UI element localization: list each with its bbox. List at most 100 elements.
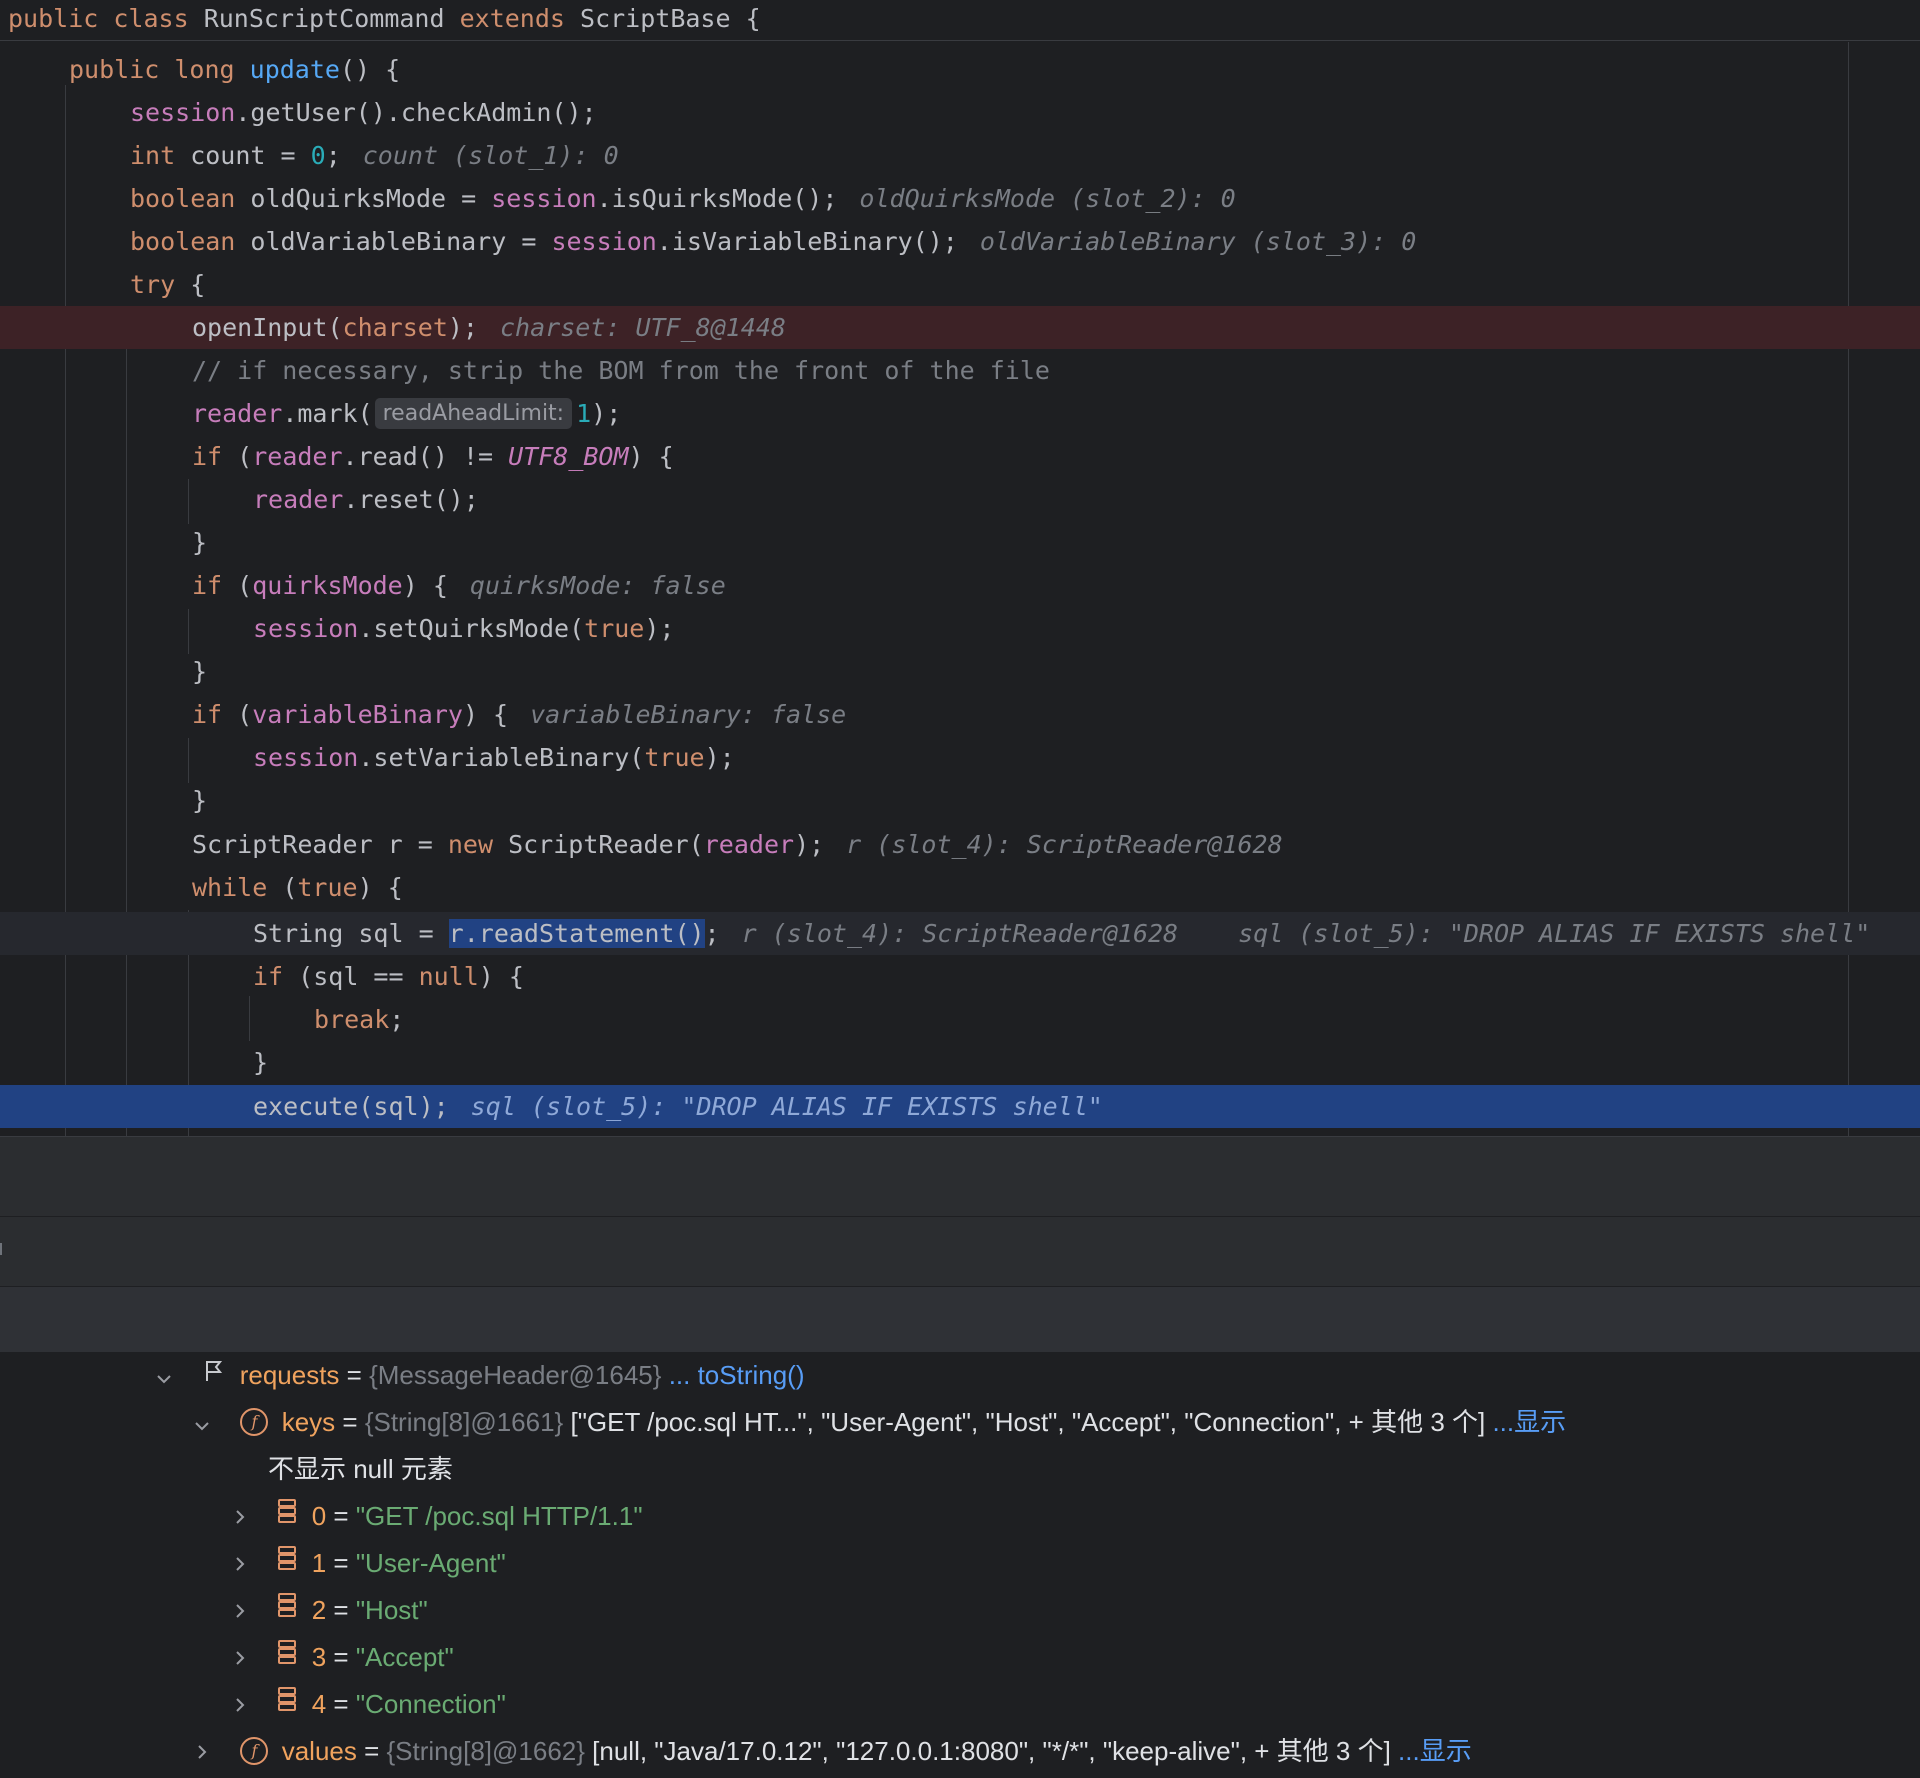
field: quirksMode xyxy=(252,571,403,600)
code-line[interactable]: if (variableBinary) {variableBinary: fal… xyxy=(0,693,1920,736)
to-string-link[interactable]: ... toString() xyxy=(669,1360,805,1390)
inline-debug-value: oldVariableBinary (slot_3): 0 xyxy=(979,227,1417,256)
keyword: boolean xyxy=(130,227,236,256)
inline-debug-value: r (slot_4): ScriptReader@1628 xyxy=(846,830,1283,859)
field: reader xyxy=(252,442,343,471)
code-editor[interactable]: public class RunScriptCommand extends Sc… xyxy=(0,0,1920,1136)
parent-class: ScriptBase xyxy=(580,4,731,33)
code-line[interactable]: reader.reset(); xyxy=(0,478,1920,521)
execution-point-line[interactable]: execute(sql); sql (slot_5): "DROP ALIAS I… xyxy=(0,1085,1920,1128)
number: 1 xyxy=(576,399,592,428)
code-text: ( xyxy=(222,442,253,471)
array-element-icon xyxy=(276,1680,298,1727)
code-line[interactable]: } xyxy=(0,521,1920,564)
chevron-right-icon[interactable] xyxy=(228,1590,252,1637)
variable-type: {MessageHeader@1645} xyxy=(369,1360,662,1390)
array-item[interactable]: 0 = "GET /poc.sql HTTP/1.1" xyxy=(0,1493,1920,1540)
constant: UTF8_BOM xyxy=(508,442,629,471)
code-line[interactable]: } xyxy=(0,650,1920,693)
chevron-right-icon[interactable] xyxy=(228,1496,252,1543)
tree-node-keys[interactable]: f keys = {String[8]@1661} ["GET /poc.sql… xyxy=(0,1399,1920,1446)
code-text: ); xyxy=(794,830,825,859)
code-text: ( xyxy=(222,700,253,729)
code-line[interactable]: try { xyxy=(0,263,1920,306)
breakpoint-line[interactable]: openInput(charset); charset: UTF_8@1448 xyxy=(0,306,1920,349)
panel-header xyxy=(0,1286,1920,1353)
array-item[interactable]: 1 = "User-Agent" xyxy=(0,1540,1920,1587)
keyword: true xyxy=(584,614,645,643)
number: 0 xyxy=(310,141,326,170)
code-text: ScriptReader( xyxy=(493,830,704,859)
chevron-right-icon[interactable] xyxy=(190,1731,214,1778)
note-text: 不显示 null 元素 xyxy=(268,1454,453,1484)
code-line-comment[interactable]: // if necessary, strip the BOM from the … xyxy=(0,349,1920,392)
tree-node-requests[interactable]: requests = {MessageHeader@1645} ... toSt… xyxy=(0,1352,1920,1399)
keyword: break xyxy=(314,1005,390,1034)
chevron-right-icon[interactable] xyxy=(228,1684,252,1731)
code-line[interactable]: } xyxy=(0,1041,1920,1084)
code-line[interactable]: int count = 0; count (slot_1): 0 xyxy=(0,134,1920,177)
array-index: 0 xyxy=(311,1501,327,1531)
code-line[interactable]: session.setQuirksMode(true); xyxy=(0,607,1920,650)
inline-debug-value: r (slot_4): ScriptReader@1628 xyxy=(741,919,1179,948)
code-text: .read() != xyxy=(342,442,509,471)
code-line-method[interactable]: public long update() { xyxy=(0,48,1920,91)
keyword: true xyxy=(297,873,358,902)
string-value: "Host" xyxy=(355,1595,428,1625)
chevron-right-icon[interactable] xyxy=(228,1637,252,1684)
field: session xyxy=(130,98,236,127)
code-text: oldQuirksMode = xyxy=(235,184,492,213)
code-text: ; xyxy=(325,141,341,170)
code-line[interactable]: if (sql == null) { xyxy=(0,955,1920,998)
flag-icon xyxy=(204,1351,224,1398)
code-line[interactable]: session.getUser().checkAdmin(); xyxy=(0,91,1920,134)
chevron-right-icon[interactable] xyxy=(228,1543,252,1590)
string-value: "User-Agent" xyxy=(355,1548,506,1578)
array-item[interactable]: 2 = "Host" xyxy=(0,1587,1920,1634)
code-line[interactable]: break; xyxy=(0,998,1920,1041)
caret-line[interactable]: String sql = r.readStatement(); r (slot_4… xyxy=(0,912,1920,955)
keyword: long xyxy=(174,55,235,84)
string-value: "GET /poc.sql HTTP/1.1" xyxy=(355,1501,643,1531)
resize-handle[interactable] xyxy=(0,1243,2,1255)
array-item[interactable]: 4 = "Connection" xyxy=(0,1681,1920,1728)
show-more-link[interactable]: ...显示 xyxy=(1391,1736,1472,1766)
punct: () { xyxy=(339,55,401,84)
keyword: extends xyxy=(459,4,565,33)
code-line[interactable]: ScriptReader r = new ScriptReader(reader… xyxy=(0,823,1920,866)
keyword: true xyxy=(644,743,705,772)
brace: { xyxy=(745,4,761,33)
selection[interactable]: r.readStatement() xyxy=(448,919,705,948)
code-line[interactable]: boolean oldVariableBinary = session.isVa… xyxy=(0,220,1920,263)
show-more-link[interactable]: ...显示 xyxy=(1485,1407,1566,1437)
code-text: ) { xyxy=(402,571,448,600)
equals: = xyxy=(326,1595,356,1625)
code-line[interactable]: if (quirksMode) {quirksMode: false xyxy=(0,564,1920,607)
variable-name: keys xyxy=(281,1407,336,1437)
equals: = xyxy=(326,1548,356,1578)
array-element-icon xyxy=(276,1492,298,1539)
code-line[interactable]: if (reader.read() != UTF8_BOM) { xyxy=(0,435,1920,478)
array-item[interactable]: 3 = "Accept" xyxy=(0,1634,1920,1681)
code-line[interactable]: reader.mark(readAheadLimit: 1); xyxy=(0,392,1920,435)
code-text: ) { xyxy=(462,700,509,729)
chevron-down-icon[interactable] xyxy=(190,1402,214,1449)
code-line[interactable]: while (true) { xyxy=(0,866,1920,909)
chevron-down-icon[interactable] xyxy=(152,1355,176,1402)
array-index: 4 xyxy=(311,1689,327,1719)
code-text: openInput( xyxy=(192,313,343,342)
code-text: ); xyxy=(644,614,675,643)
equals: = xyxy=(339,1360,370,1390)
keyword: public xyxy=(8,4,99,33)
variables-tree[interactable]: requests = {MessageHeader@1645} ... toSt… xyxy=(0,1352,1920,1777)
code-text: ) { xyxy=(357,873,403,902)
array-element-icon xyxy=(276,1539,298,1586)
code-line[interactable]: session.setVariableBinary(true); xyxy=(0,736,1920,779)
brace: } xyxy=(192,657,208,686)
tree-node-values[interactable]: f values = {String[8]@1662} [null, "Java… xyxy=(0,1728,1920,1775)
code-line[interactable]: boolean oldQuirksMode = session.isQuirks… xyxy=(0,177,1920,220)
code-text: .isVariableBinary(); xyxy=(656,227,958,256)
brace: } xyxy=(253,1048,269,1077)
code-line-class-decl[interactable]: public class RunScriptCommand extends Sc… xyxy=(0,0,1920,40)
code-line[interactable]: } xyxy=(0,779,1920,822)
